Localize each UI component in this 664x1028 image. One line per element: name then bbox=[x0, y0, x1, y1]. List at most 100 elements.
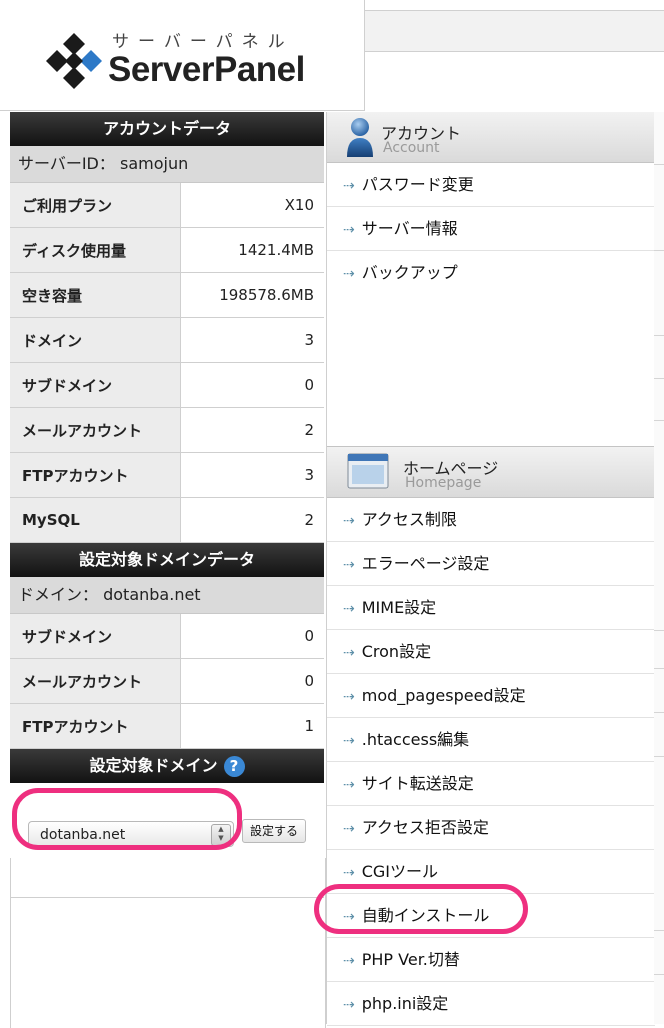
stat-label: メールアカウント bbox=[10, 658, 181, 704]
arrow-icon: ⇢ bbox=[343, 178, 355, 194]
menu-item-label: パスワード変更 bbox=[361, 175, 474, 194]
domain-data-table: サブドメイン 0 メールアカウント 0 FTPアカウント 1 bbox=[10, 614, 324, 749]
stat-label: ディスク使用量 bbox=[10, 227, 181, 273]
domain-select-title: 設定対象ドメイン bbox=[89, 756, 218, 775]
menu-item-error-page[interactable]: ⇢ エラーページ設定 bbox=[327, 542, 655, 586]
menu-item-mime[interactable]: ⇢ MIME設定 bbox=[327, 586, 655, 630]
menu-item-label: サーバー情報 bbox=[361, 219, 458, 238]
divider bbox=[654, 974, 664, 975]
stat-label: ドメイン bbox=[10, 317, 181, 363]
stat-value: 1 bbox=[180, 703, 324, 749]
logo-header: サーバーパネル ServerPanel bbox=[0, 0, 365, 111]
arrow-icon: ⇢ bbox=[343, 733, 355, 749]
auto-install-highlight bbox=[314, 884, 528, 934]
arrow-icon: ⇢ bbox=[343, 645, 355, 661]
arrow-icon: ⇢ bbox=[343, 997, 355, 1013]
menu-item-server-info[interactable]: ⇢ サーバー情報 bbox=[327, 207, 655, 251]
divider bbox=[654, 712, 664, 713]
table-row: ドメイン 3 bbox=[10, 317, 324, 363]
menu-item-label: サイト転送設定 bbox=[361, 774, 474, 793]
menu-item-backup[interactable]: ⇢ バックアップ bbox=[327, 251, 655, 294]
domain-label: ドメイン： bbox=[18, 585, 99, 604]
menu-item-php-ini[interactable]: ⇢ php.ini設定 bbox=[327, 982, 655, 1026]
menu-item-password-change[interactable]: ⇢ パスワード変更 bbox=[327, 163, 655, 207]
top-strip bbox=[364, 10, 664, 52]
server-id-label: サーバーID： bbox=[18, 154, 115, 173]
menu-item-label: .htaccess編集 bbox=[361, 730, 470, 749]
menu-item-php-version[interactable]: ⇢ PHP Ver.切替 bbox=[327, 938, 655, 982]
arrow-icon: ⇢ bbox=[343, 821, 355, 837]
stat-value: 2 bbox=[180, 407, 324, 453]
menu-item-label: php.ini設定 bbox=[361, 994, 449, 1013]
menu-item-label: バックアップ bbox=[361, 263, 458, 282]
stat-value: 1421.4MB bbox=[180, 227, 324, 273]
menu-item-cron[interactable]: ⇢ Cron設定 bbox=[327, 630, 655, 674]
domain-value: dotanba.net bbox=[103, 585, 201, 604]
divider bbox=[654, 668, 664, 669]
stat-value: 0 bbox=[180, 362, 324, 408]
homepage-menu-list: ⇢ アクセス制限 ⇢ エラーページ設定 ⇢ MIME設定 ⇢ Cron設定 ⇢ mod_p… bbox=[327, 498, 655, 1026]
server-id-row: サーバーID： samojun bbox=[10, 146, 324, 183]
divider bbox=[654, 164, 664, 165]
sidebar-empty-area bbox=[10, 858, 326, 1028]
stat-value: 0 bbox=[180, 614, 324, 659]
arrow-icon: ⇢ bbox=[343, 953, 355, 969]
table-row: ご利用プラン X10 bbox=[10, 183, 324, 228]
server-id-value: samojun bbox=[119, 154, 189, 173]
account-menu-list: ⇢ パスワード変更 ⇢ サーバー情報 ⇢ バックアップ bbox=[327, 163, 655, 446]
stat-value: 3 bbox=[180, 452, 324, 498]
logo-name-text: ServerPanel bbox=[108, 50, 305, 89]
arrow-icon: ⇢ bbox=[343, 689, 355, 705]
divider bbox=[654, 630, 664, 631]
menu-item-label: mod_pagespeed設定 bbox=[361, 686, 526, 705]
serverpanel-logo-icon bbox=[46, 33, 102, 89]
table-row: MySQL 2 bbox=[10, 497, 324, 543]
domain-row: ドメイン： dotanba.net bbox=[10, 577, 324, 614]
stat-label: サブドメイン bbox=[10, 614, 181, 659]
divider bbox=[654, 250, 664, 251]
stat-value: 198578.6MB bbox=[180, 272, 324, 318]
account-panel-subtitle: Account bbox=[383, 140, 440, 156]
table-row: 空き容量 198578.6MB bbox=[10, 272, 324, 318]
stat-value: X10 bbox=[180, 183, 324, 228]
stat-value: 0 bbox=[180, 658, 324, 704]
menu-item-access-deny[interactable]: ⇢ アクセス拒否設定 bbox=[327, 806, 655, 850]
domain-select-heading: 設定対象ドメイン? bbox=[10, 749, 324, 783]
arrow-icon: ⇢ bbox=[343, 557, 355, 573]
sidebar: アカウントデータ サーバーID： samojun ご利用プラン X10 ディスク使… bbox=[10, 112, 324, 898]
table-row: メールアカウント 2 bbox=[10, 407, 324, 453]
domain-data-heading: 設定対象ドメインデータ bbox=[10, 543, 324, 577]
stat-value: 2 bbox=[180, 497, 324, 543]
divider bbox=[654, 930, 664, 931]
menu-item-label: アクセス拒否設定 bbox=[361, 818, 489, 837]
menu-item-label: PHP Ver.切替 bbox=[361, 950, 460, 969]
arrow-icon: ⇢ bbox=[343, 266, 355, 282]
menu-item-access-restriction[interactable]: ⇢ アクセス制限 bbox=[327, 498, 655, 542]
set-domain-button[interactable]: 設定する bbox=[242, 819, 306, 843]
divider bbox=[654, 756, 664, 757]
arrow-icon: ⇢ bbox=[343, 601, 355, 617]
menu-item-site-redirect[interactable]: ⇢ サイト転送設定 bbox=[327, 762, 655, 806]
logo-kana-text: サーバーパネル bbox=[112, 32, 294, 52]
arrow-icon: ⇢ bbox=[343, 777, 355, 793]
table-row: メールアカウント 0 bbox=[10, 658, 324, 704]
stat-label: MySQL bbox=[10, 497, 181, 543]
arrow-icon: ⇢ bbox=[343, 222, 355, 238]
table-row: ディスク使用量 1421.4MB bbox=[10, 227, 324, 273]
table-row: サブドメイン 0 bbox=[10, 614, 324, 659]
stat-label: メールアカウント bbox=[10, 407, 181, 453]
menu-item-label: アクセス制限 bbox=[361, 510, 457, 529]
arrow-icon: ⇢ bbox=[343, 513, 355, 529]
account-panel-header: アカウント Account bbox=[327, 112, 655, 163]
menu-item-htaccess[interactable]: ⇢ .htaccess編集 bbox=[327, 718, 655, 762]
stat-label: 空き容量 bbox=[10, 272, 181, 318]
table-row: FTPアカウント 1 bbox=[10, 703, 324, 749]
homepage-panel-subtitle: Homepage bbox=[405, 475, 482, 491]
menu-item-label: Cron設定 bbox=[361, 642, 432, 661]
stat-label: サブドメイン bbox=[10, 362, 181, 408]
account-data-table: ご利用プラン X10 ディスク使用量 1421.4MB 空き容量 198578.6MB… bbox=[10, 183, 324, 543]
menu-item-mod-pagespeed[interactable]: ⇢ mod_pagespeed設定 bbox=[327, 674, 655, 718]
help-icon[interactable]: ? bbox=[223, 756, 245, 777]
table-row: サブドメイン 0 bbox=[10, 362, 324, 408]
domain-select-highlight bbox=[12, 788, 242, 850]
